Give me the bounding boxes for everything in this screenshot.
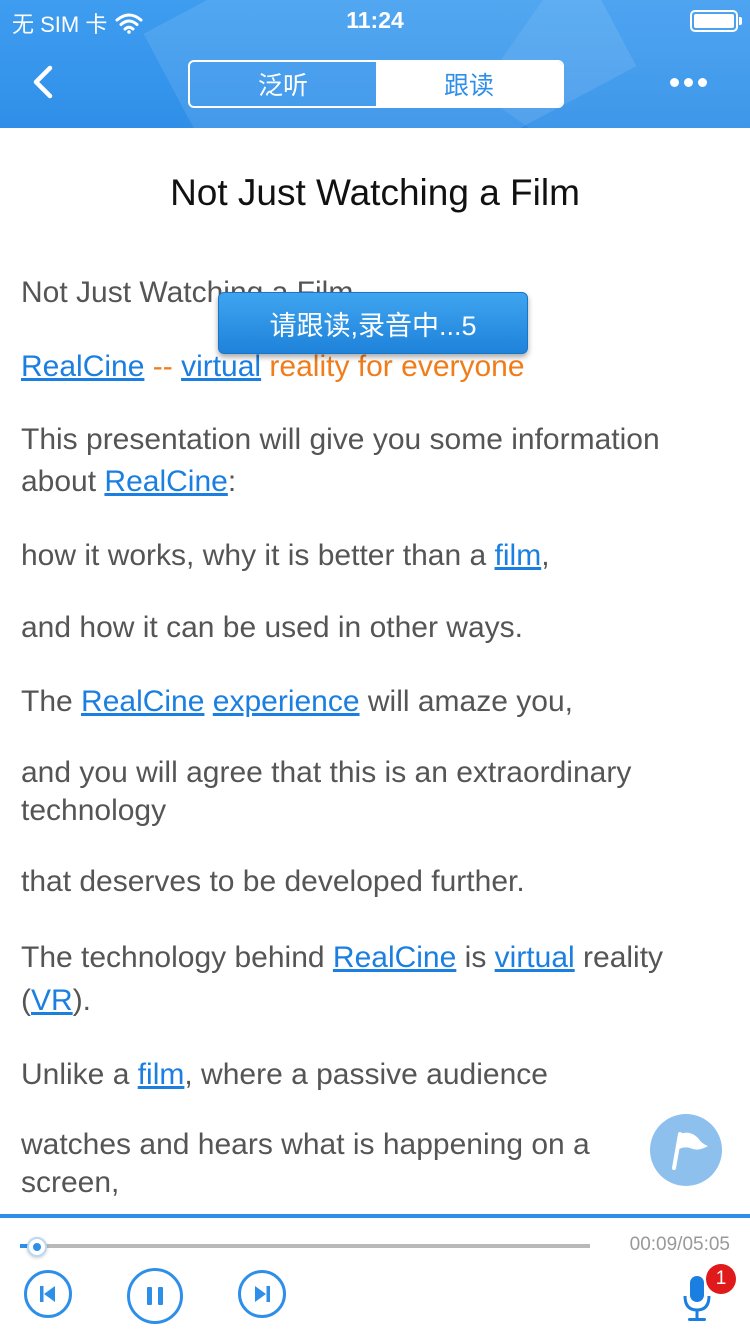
word-link[interactable]: experience — [213, 685, 360, 718]
playback-time: 00:09/05:05 — [629, 1234, 730, 1255]
previous-button[interactable] — [24, 1270, 72, 1318]
tab-read-along[interactable]: 跟读 — [376, 62, 562, 106]
recording-toast: 请跟读,录音中...5 — [218, 292, 528, 354]
paragraph: Unlike a film, where a passive audience — [21, 1056, 731, 1094]
paragraph: and how it can be used in other ways. — [21, 609, 731, 647]
sentence-text: -- — [144, 350, 182, 383]
sentence-text: watches and hears what is happening on a… — [21, 1128, 590, 1199]
paragraph: that deserves to be developed further. — [21, 863, 731, 901]
sentence-text: , — [541, 539, 550, 572]
sentence-text: and how it can be used in other ways. — [21, 611, 523, 644]
back-button[interactable] — [22, 60, 66, 104]
status-bar: 无 SIM 卡 11:24 — [0, 0, 750, 40]
word-link[interactable]: film — [138, 1058, 185, 1091]
paragraph: and you will agree that this is an extra… — [21, 754, 731, 830]
more-options-icon[interactable] — [670, 78, 710, 90]
tab-extensive-listening[interactable]: 泛听 — [190, 62, 376, 106]
word-link[interactable]: VR — [31, 984, 73, 1017]
sentence-text: will amaze you, — [359, 685, 573, 718]
word-link[interactable]: virtual — [181, 350, 261, 383]
sentence-text: The — [21, 685, 82, 718]
sentence-text: is — [456, 941, 495, 974]
paragraph: The RealCine experience will amaze you, — [21, 683, 731, 721]
notification-badge: 1 — [706, 1264, 736, 1294]
mode-switch: 泛听 跟读 — [188, 60, 564, 108]
next-button[interactable] — [238, 1270, 286, 1318]
progress-knob[interactable] — [27, 1237, 48, 1257]
word-link[interactable]: RealCine — [81, 685, 204, 718]
word-link[interactable]: RealCine — [104, 465, 227, 498]
sentence-text: The technology behind — [21, 941, 333, 974]
flag-icon — [672, 1132, 708, 1170]
sentence-text: how it works, why it is better than a — [21, 539, 495, 572]
paragraph: how it works, why it is better than a fi… — [21, 537, 731, 575]
article-content: Not Just Watching a Film Not Just Watchi… — [0, 128, 750, 1214]
sentence-text: ). — [72, 984, 92, 1017]
sentence-text: Unlike a — [21, 1058, 138, 1091]
word-link[interactable]: film — [495, 539, 542, 572]
battery-icon — [690, 10, 742, 32]
skip-previous-icon — [40, 1286, 55, 1302]
sentence-text: , where a passive audience — [184, 1058, 548, 1091]
sentence-text: reality for everyone — [261, 350, 525, 383]
bookmark-flag-button[interactable] — [650, 1114, 722, 1186]
word-link[interactable]: RealCine — [333, 941, 456, 974]
sentence-text: that deserves to be developed further. — [21, 865, 525, 898]
audio-player: 00:09/05:05 1 — [0, 1214, 750, 1334]
progress-track[interactable] — [20, 1244, 590, 1248]
skip-next-icon — [255, 1286, 270, 1302]
back-chevron-icon — [33, 65, 53, 99]
paragraph: The technology behind RealCine is virtua… — [21, 936, 731, 1022]
article-title: Not Just Watching a Film — [170, 172, 580, 213]
paragraph: watches and hears what is happening on a… — [21, 1126, 641, 1202]
paragraph: This presentation will give you some inf… — [21, 419, 731, 503]
pause-button[interactable] — [127, 1268, 183, 1324]
sentence-text: : — [227, 465, 237, 498]
word-link[interactable]: RealCine — [21, 350, 144, 383]
status-time: 11:24 — [346, 7, 404, 33]
sentence-text: and you will agree that this is an extra… — [21, 756, 632, 827]
pause-icon — [147, 1287, 163, 1305]
header-bar: 无 SIM 卡 11:24 泛听 跟读 — [0, 0, 750, 128]
word-link[interactable]: virtual — [495, 941, 575, 974]
